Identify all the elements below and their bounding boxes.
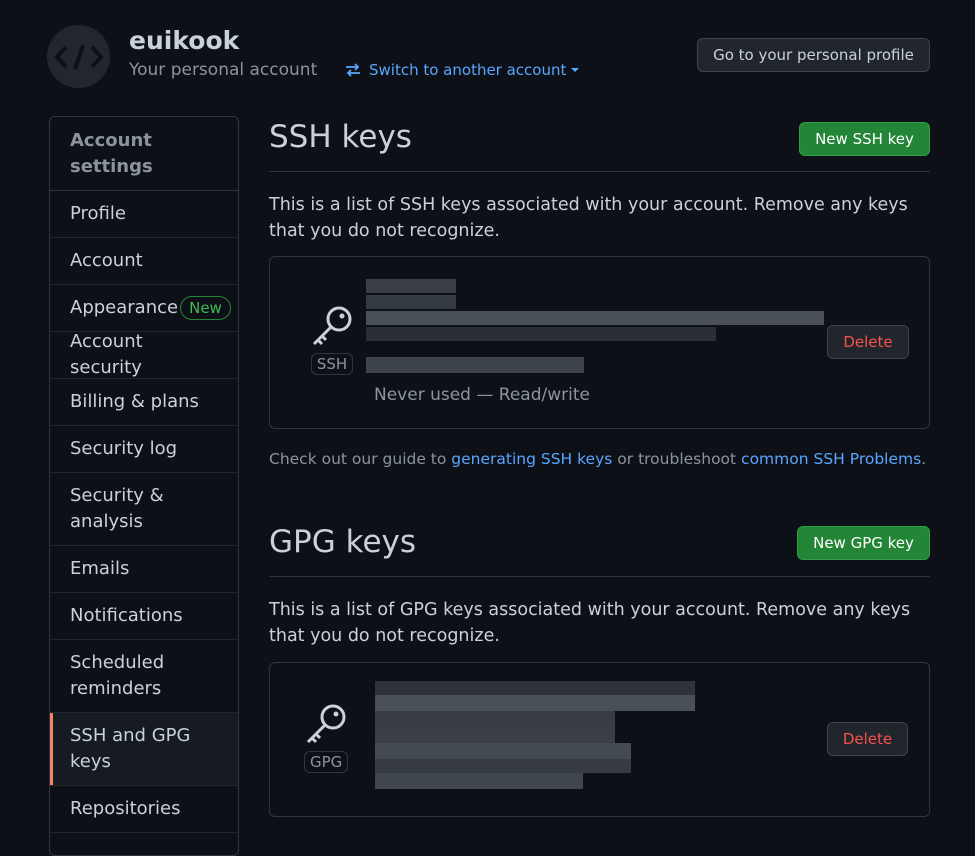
sidebar-item-profile[interactable]: Profile (50, 191, 238, 238)
ssh-keys-description: This is a list of SSH keys associated wi… (269, 195, 908, 241)
sidebar-item-label: Security & analysis (70, 485, 164, 532)
sidebar-item-label: Account (70, 250, 143, 271)
common-ssh-problems-link[interactable]: common SSH Problems (741, 450, 921, 468)
sidebar-item-billing[interactable]: Billing & plans (50, 379, 238, 426)
key-usage-text: Never used — Read/write (374, 385, 590, 405)
sidebar-item-account[interactable]: Account (50, 238, 238, 285)
sidebar-item-account-security[interactable]: Account security (50, 331, 238, 379)
redacted-key-title (375, 681, 695, 695)
code-icon (53, 43, 104, 70)
sidebar-item-ssh-gpg-keys[interactable]: SSH and GPG keys (50, 713, 238, 786)
redacted-key-fingerprint (366, 327, 716, 341)
switch-account-label: Switch to another account (369, 61, 567, 79)
ssh-key-item: SSH Never used — Read/write Delete (269, 256, 930, 429)
key-icon (312, 306, 352, 346)
divider (269, 576, 930, 577)
sidebar-item-label: Billing & plans (70, 391, 199, 412)
guide-middle: or troubleshoot (612, 450, 742, 468)
redacted-key-id (375, 711, 615, 727)
sidebar-item-notifications[interactable]: Notifications (50, 593, 238, 640)
redacted-key-id (375, 695, 695, 711)
delete-ssh-key-button[interactable]: Delete (827, 325, 909, 359)
new-badge: New (180, 296, 231, 320)
redacted-subkeys (375, 727, 615, 743)
arrow-switch-icon (346, 63, 360, 77)
sidebar-item-label: Profile (70, 203, 126, 224)
sidebar-item-label: Scheduled reminders (70, 652, 165, 699)
sidebar-item-repositories[interactable]: Repositories (50, 786, 238, 833)
guide-prefix: Check out our guide to (269, 450, 452, 468)
sidebar-item-emails[interactable]: Emails (50, 546, 238, 593)
redacted-key-fingerprint (366, 311, 824, 325)
ssh-guide-text: Check out our guide to generating SSH ke… (269, 450, 926, 468)
sidebar-item-label: Security log (70, 438, 178, 459)
redacted-subkeys (375, 759, 631, 773)
sidebar-heading: Account settings (50, 117, 238, 191)
redacted-key-added (375, 773, 583, 789)
redacted-key-added (366, 357, 584, 373)
gpg-key-item: GPG Delete (269, 662, 930, 817)
sidebar-item-label: Account security (70, 331, 143, 378)
ssh-key-badge: SSH (310, 305, 354, 375)
avatar[interactable] (47, 25, 110, 88)
sidebar-item-security-analysis[interactable]: Security & analysis (50, 473, 238, 546)
account-subtitle: Your personal account (129, 60, 318, 80)
gpg-keys-heading: GPG keys (269, 524, 417, 560)
generating-ssh-keys-link[interactable]: generating SSH keys (451, 450, 612, 468)
new-ssh-key-button[interactable]: New SSH key (799, 122, 930, 156)
guide-suffix: . (921, 450, 927, 468)
gpg-key-badge: GPG (304, 703, 349, 773)
sidebar-item-label: Notifications (70, 605, 183, 626)
divider (269, 171, 930, 172)
account-username: euikook (129, 26, 240, 55)
sidebar-item-security-log[interactable]: Security log (50, 426, 238, 473)
key-type-label: SSH (310, 353, 354, 375)
switch-account-link[interactable]: Switch to another account (345, 61, 580, 79)
ssh-keys-heading: SSH keys (269, 119, 412, 155)
key-type-label: GPG (304, 751, 349, 773)
sidebar-item-label: SSH and GPG keys (70, 725, 191, 772)
personal-profile-button[interactable]: Go to your personal profile (697, 38, 930, 72)
gpg-keys-description: This is a list of GPG keys associated wi… (269, 600, 911, 646)
redacted-key-title (366, 279, 456, 293)
key-icon (307, 704, 346, 744)
redacted-key-title (366, 295, 456, 309)
settings-sidebar: Account settings Profile Account Appeara… (49, 116, 239, 856)
sidebar-item-appearance[interactable]: Appearance New (50, 285, 238, 332)
sidebar-item-scheduled-reminders[interactable]: Scheduled reminders (50, 640, 238, 713)
new-gpg-key-button[interactable]: New GPG key (797, 526, 930, 560)
delete-gpg-key-button[interactable]: Delete (827, 722, 908, 756)
sidebar-item-label: Repositories (70, 798, 181, 819)
redacted-subkeys (375, 743, 631, 759)
sidebar-item-label: Emails (70, 558, 130, 579)
caret-down-icon (571, 68, 580, 72)
sidebar-item-label: Appearance (70, 297, 179, 318)
